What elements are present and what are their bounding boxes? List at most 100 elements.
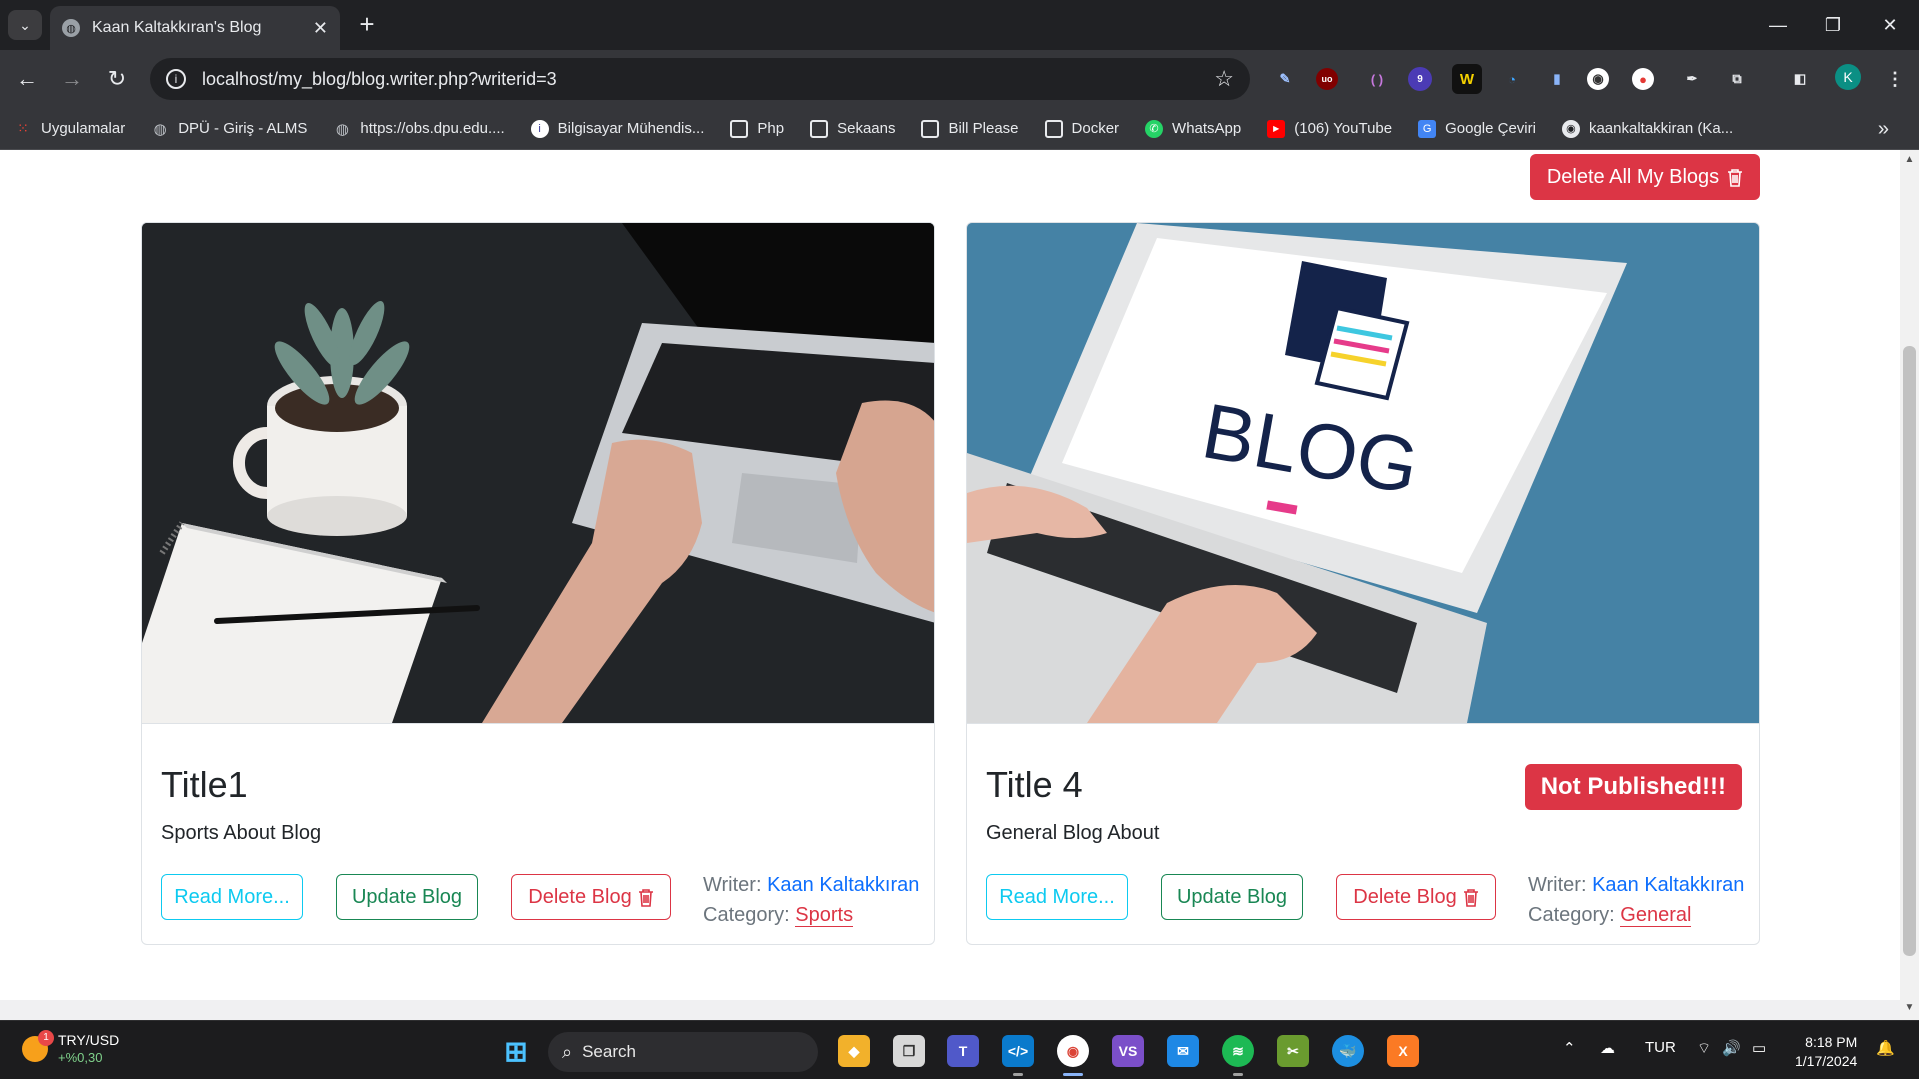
xampp-icon[interactable]: X <box>1387 1035 1419 1067</box>
page-footer-strip <box>0 1000 1900 1020</box>
bookmark-whatsapp[interactable]: ✆ WhatsApp <box>1145 119 1241 138</box>
blog-title: Title 4 <box>986 764 1083 805</box>
running-indicator <box>1013 1073 1023 1076</box>
address-bar[interactable]: i localhost/my_blog/blog.writer.php?writ… <box>150 58 1250 100</box>
docker-icon[interactable]: 🐳 <box>1332 1035 1364 1067</box>
extension-doc-icon[interactable]: ▮ <box>1542 64 1572 94</box>
bookmark-obs[interactable]: ◍ https://obs.dpu.edu.... <box>333 120 505 138</box>
restore-button[interactable]: ❐ <box>1813 8 1853 42</box>
youtube-icon: ▶ <box>1267 119 1286 138</box>
battery-icon[interactable]: ▭ <box>1752 1039 1766 1057</box>
vscode-icon[interactable]: </> <box>1002 1035 1034 1067</box>
chrome-icon[interactable]: ◉ <box>1057 1035 1089 1067</box>
visual-studio-icon[interactable]: VS <box>1112 1035 1144 1067</box>
not-published-badge: Not Published!!! <box>1524 764 1742 810</box>
bookmark-docker[interactable]: Docker <box>1044 119 1119 138</box>
apps-grid-icon: ⁙ <box>17 120 29 136</box>
onedrive-cloud-icon[interactable]: ☁ <box>1600 1039 1615 1057</box>
extension-circle-icon[interactable]: ◉ <box>1587 68 1609 90</box>
forward-button[interactable]: → <box>57 64 87 94</box>
side-panel-icon[interactable]: ◧ <box>1785 64 1815 94</box>
menu-kebab-icon[interactable]: ⋮ <box>1880 64 1910 94</box>
page-scrollbar[interactable]: ▲ ▼ <box>1900 150 1919 1020</box>
currency-change: +%0,30 <box>58 1050 103 1065</box>
blog-card-body: Title 4 Not Published!!! General Blog Ab… <box>967 723 1759 944</box>
extension-wave-icon[interactable]: ◔ <box>1497 64 1527 94</box>
blog-card: Title1 Sports About Blog Read More... Up… <box>141 222 935 945</box>
close-icon[interactable]: ✕ <box>313 18 328 39</box>
bookmark-alms[interactable]: ◍ DPÜ - Giriş - ALMS <box>151 120 308 138</box>
delete-blog-button[interactable]: Delete Blog <box>511 874 671 920</box>
spotify-icon[interactable]: ≋ <box>1222 1035 1254 1067</box>
taskbar-search[interactable]: ⌕ Search <box>548 1032 818 1072</box>
ublock-icon[interactable]: uo <box>1316 68 1338 90</box>
close-window-button[interactable]: ✕ <box>1870 8 1910 42</box>
read-more-button[interactable]: Read More... <box>986 874 1128 920</box>
active-indicator <box>1063 1073 1083 1076</box>
extension-w-icon[interactable]: W <box>1452 64 1482 94</box>
site-info-icon[interactable]: i <box>166 69 186 89</box>
back-button[interactable]: ← <box>12 64 42 94</box>
extension-record-icon[interactable]: ● <box>1632 68 1654 90</box>
notification-bell-icon[interactable]: 🔔 <box>1876 1039 1895 1057</box>
category-link[interactable]: Sports <box>795 904 854 927</box>
system-clock[interactable]: 8:18 PM 1/17/2024 <box>1795 1033 1857 1071</box>
scroll-up-icon[interactable]: ▲ <box>1900 154 1919 165</box>
reload-button[interactable]: ↻ <box>102 64 132 94</box>
delete-all-blogs-button[interactable]: Delete All My Blogs <box>1530 154 1760 200</box>
snipping-tool-icon[interactable]: ✂ <box>1277 1035 1309 1067</box>
globe-icon: ◍ <box>335 120 349 138</box>
wifi-icon[interactable]: ⌔ <box>1697 1039 1711 1058</box>
read-more-button[interactable]: Read More... <box>161 874 303 920</box>
blog-image-laptop-blog: BLOG <box>967 223 1759 723</box>
bookmark-github[interactable]: ◉ kaankaltakkiran (Ka... <box>1561 119 1733 138</box>
tab-search-button[interactable]: ⌄ <box>8 10 42 40</box>
url-text[interactable]: localhost/my_blog/blog.writer.php?writer… <box>202 69 1214 90</box>
mail-icon[interactable]: ✉ <box>1167 1035 1199 1067</box>
task-view-icon[interactable]: ❐ <box>893 1035 925 1067</box>
eyedropper-icon[interactable]: ✒ <box>1677 64 1707 94</box>
minimize-button[interactable]: — <box>1758 8 1798 42</box>
bookmark-php[interactable]: Php <box>730 119 784 138</box>
copilot-icon[interactable]: ◆ <box>838 1035 870 1067</box>
blog-card-body: Title1 Sports About Blog Read More... Up… <box>142 723 934 944</box>
extensions-puzzle-icon[interactable]: ⧉ <box>1722 64 1752 94</box>
writer-link[interactable]: Kaan Kaltakkıran <box>767 874 919 896</box>
folder-icon <box>921 119 940 138</box>
writer-label: Writer: <box>1528 874 1587 896</box>
bookmark-sekaans[interactable]: Sekaans <box>810 119 895 138</box>
bookmark-google-translate[interactable]: G Google Çeviri <box>1418 119 1536 138</box>
chevron-down-icon: ⌄ <box>19 16 31 33</box>
scroll-down-icon[interactable]: ▼ <box>1900 1002 1919 1013</box>
bookmark-apps[interactable]: ⁙ Uygulamalar <box>14 120 125 138</box>
bookmark-bilgisayar[interactable]: i Bilgisayar Mühendis... <box>530 119 704 138</box>
teams-icon[interactable]: T <box>947 1035 979 1067</box>
profile-avatar[interactable]: K <box>1835 64 1861 90</box>
active-tab[interactable]: ◍ Kaan Kaltakkıran's Blog ✕ <box>50 6 340 50</box>
scrollbar-thumb[interactable] <box>1903 346 1916 956</box>
volume-icon[interactable]: 🔊 <box>1722 1039 1741 1057</box>
blog-meta: Writer: Kaan Kaltakkıran Category: Sport… <box>703 870 919 930</box>
category-link[interactable]: General <box>1620 904 1692 927</box>
category-label: Category: <box>1528 904 1615 926</box>
extension-brackets-icon[interactable]: ( ) <box>1362 64 1392 94</box>
extension-pen-icon[interactable]: ✎ <box>1270 64 1300 94</box>
delete-blog-button[interactable]: Delete Blog <box>1336 874 1496 920</box>
writer-link[interactable]: Kaan Kaltakkıran <box>1592 874 1744 896</box>
new-tab-button[interactable]: + <box>352 10 382 40</box>
folder-icon <box>810 119 829 138</box>
extension-badge-icon[interactable]: 9 <box>1408 67 1432 91</box>
update-blog-button[interactable]: Update Blog <box>336 874 478 920</box>
language-indicator[interactable]: TUR <box>1645 1039 1676 1056</box>
currency-widget[interactable]: 1 TRY/USD +%0,30 <box>22 1030 119 1067</box>
bookmark-youtube[interactable]: ▶ (106) YouTube <box>1267 119 1392 138</box>
globe-icon: ◍ <box>62 19 80 37</box>
windows-start-icon[interactable]: ⊞ <box>500 1035 532 1067</box>
chevron-double-right-icon[interactable]: » <box>1878 118 1889 141</box>
bookmark-star-icon[interactable]: ☆ <box>1214 66 1234 92</box>
update-blog-button[interactable]: Update Blog <box>1161 874 1303 920</box>
bookmark-bill-please[interactable]: Bill Please <box>921 119 1019 138</box>
blog-image-laptop-desk <box>142 223 934 723</box>
chevron-up-icon[interactable]: ⌃ <box>1563 1039 1576 1057</box>
folder-icon <box>1044 119 1063 138</box>
